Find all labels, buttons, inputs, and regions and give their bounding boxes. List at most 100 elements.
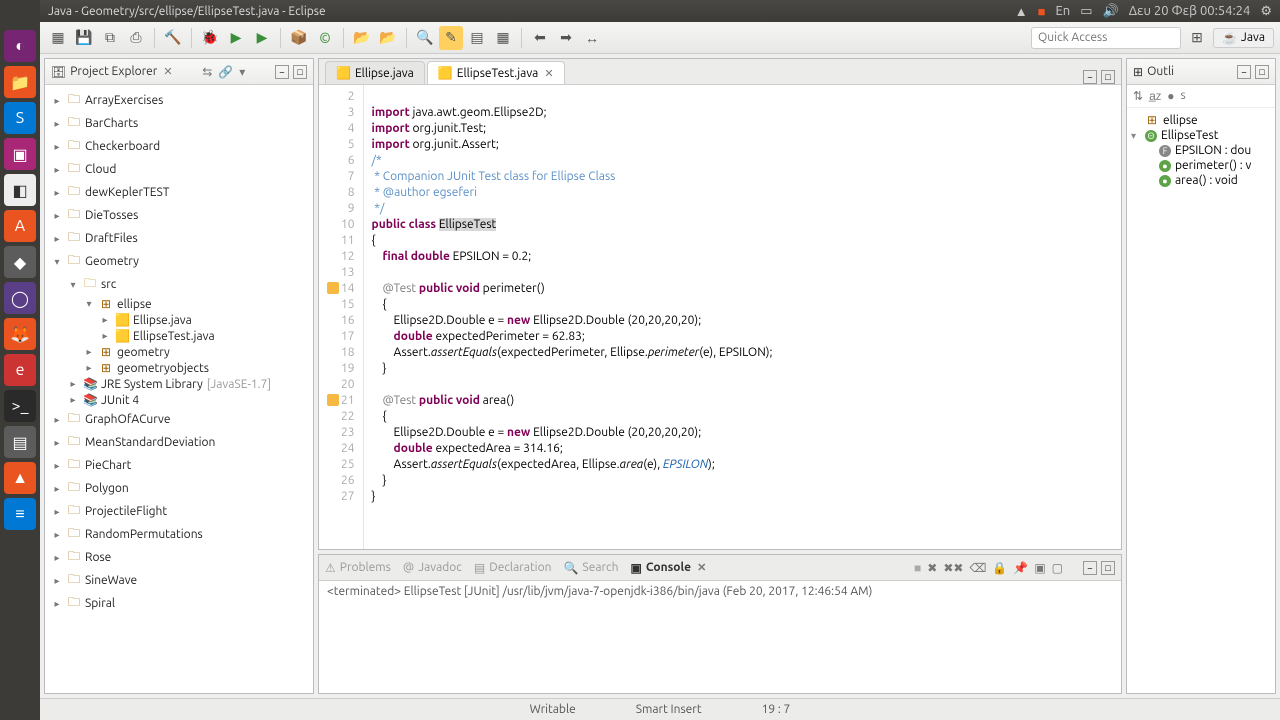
tray-lang-icon[interactable]: En — [1056, 4, 1071, 18]
tree-item[interactable]: ▸⊞geometry — [45, 344, 313, 360]
quick-access-input[interactable] — [1031, 27, 1181, 49]
launcher-terminal[interactable]: >_ — [4, 390, 36, 422]
launcher-calc[interactable]: ▤ — [4, 426, 36, 458]
forward-button[interactable]: ➡ — [554, 26, 578, 50]
tab-javadoc[interactable]: @ Javadoc — [403, 561, 462, 574]
newclass-button[interactable]: © — [313, 26, 337, 50]
openfolder-button[interactable]: 📂 — [350, 26, 374, 50]
tree-item[interactable]: ▸🗀ArrayExercises — [45, 89, 313, 112]
tree-item[interactable]: ▾🗀Geometry — [45, 250, 313, 273]
annotation-button[interactable]: ▤ — [465, 26, 489, 50]
launcher-app1[interactable]: ▣ — [4, 138, 36, 170]
task-button[interactable]: ▦ — [491, 26, 515, 50]
newpkg-button[interactable]: 📦 — [287, 26, 311, 50]
tree-item[interactable]: ▸🗀BarCharts — [45, 112, 313, 135]
launcher-firefox[interactable]: 🦊 — [4, 318, 36, 350]
tree-item[interactable]: ▸🗀Cloud — [45, 158, 313, 181]
display-icon[interactable]: ▣ — [1034, 561, 1045, 575]
tree-item[interactable]: ▸🗀Rose — [45, 546, 313, 569]
link-icon[interactable]: 🔗 — [218, 65, 233, 79]
maximize-icon[interactable]: □ — [293, 65, 307, 79]
maximize-icon[interactable]: □ — [1101, 561, 1115, 575]
tray-gear-icon[interactable]: ⚙ — [1260, 4, 1272, 19]
scroll-lock-icon[interactable]: 🔒 — [992, 561, 1007, 575]
tree-item[interactable]: ▸🗀Spiral — [45, 592, 313, 615]
outline-item[interactable]: ●area() : void — [1129, 173, 1273, 188]
tray-box-icon[interactable]: ■ — [1038, 4, 1046, 19]
maximize-icon[interactable]: □ — [1101, 70, 1115, 84]
tree-item[interactable]: ▸🟨Ellipse.java — [45, 312, 313, 328]
tree-item[interactable]: ▸📚JUnit 4 — [45, 392, 313, 408]
clear-icon[interactable]: ⌫ — [969, 561, 986, 575]
launcher-vlc[interactable]: ▲ — [4, 462, 36, 494]
tree-item[interactable]: ▸🟨EllipseTest.java — [45, 328, 313, 344]
sort-icon[interactable]: ⇅ — [1133, 89, 1143, 103]
remove-icon[interactable]: ✖ — [927, 561, 937, 575]
runext-button[interactable]: ▶ — [250, 26, 274, 50]
tree-item[interactable]: ▾🗀src — [45, 273, 313, 296]
print-button[interactable]: ⎙ — [124, 26, 148, 50]
tab-ellipse[interactable]: 🟨 Ellipse.java — [325, 61, 425, 84]
saveall-button[interactable]: ⧉ — [98, 26, 122, 50]
pin-icon[interactable]: 📌 — [1013, 561, 1028, 575]
launcher-app4[interactable]: ◆ — [4, 246, 36, 278]
close-icon[interactable]: ✕ — [163, 65, 172, 78]
tree-item[interactable]: ▸⊞geometryobjects — [45, 360, 313, 376]
minimize-icon[interactable]: – — [1083, 561, 1097, 575]
tree-item[interactable]: ▸🗀DieTosses — [45, 204, 313, 227]
tree-item[interactable]: ▸🗀DraftFiles — [45, 227, 313, 250]
tray-clock[interactable]: Δευ 20 Φεβ 00:54:24 — [1129, 4, 1251, 18]
tab-declaration[interactable]: ▤ Declaration — [474, 561, 552, 575]
launcher-skype[interactable]: S — [4, 102, 36, 134]
tab-ellipsetest[interactable]: 🟨 EllipseTest.java ✕ — [427, 61, 565, 84]
tree-item[interactable]: ▸🗀GraphOfACurve — [45, 408, 313, 431]
new-button[interactable]: ▦ — [46, 26, 70, 50]
tray-battery-icon[interactable]: ▭ — [1080, 4, 1092, 19]
tray-sound-icon[interactable]: 🔊 — [1103, 4, 1119, 19]
outline-item[interactable]: ⊞ellipse — [1129, 112, 1273, 128]
tree-item[interactable]: ▸🗀Checkerboard — [45, 135, 313, 158]
tree-item[interactable]: ▾⊞ellipse — [45, 296, 313, 312]
perspective-open-icon[interactable]: ⊞ — [1185, 26, 1209, 50]
outline-item[interactable]: ●perimeter() : v — [1129, 158, 1273, 173]
minimize-icon[interactable]: – — [1237, 65, 1251, 79]
minimize-icon[interactable]: – — [1083, 70, 1097, 84]
close-icon[interactable]: ✕ — [697, 561, 706, 574]
launcher-eclipse[interactable]: ◯ — [4, 282, 36, 314]
filter-icon[interactable]: a̲z — [1149, 89, 1161, 103]
search-button[interactable]: 🔍 — [413, 26, 437, 50]
tray-vlc-icon[interactable]: ▲ — [1015, 4, 1028, 19]
tab-search[interactable]: 🔍 Search — [563, 561, 618, 575]
tree-item[interactable]: ▸🗀dewKeplerTEST — [45, 181, 313, 204]
tree-item[interactable]: ▸🗀MeanStandardDeviation — [45, 431, 313, 454]
launcher-app2[interactable]: ◧ — [4, 174, 36, 206]
run-button[interactable]: ▶ — [224, 26, 248, 50]
back-button[interactable]: ⬅ — [528, 26, 552, 50]
launcher-app6[interactable]: ≡ — [4, 498, 36, 530]
tree-item[interactable]: ▸🗀RandomPermutations — [45, 523, 313, 546]
tab-console[interactable]: ▣ Console ✕ — [630, 561, 706, 575]
tree-item[interactable]: ▸📚JRE System Library [JavaSE-1.7] — [45, 376, 313, 392]
removeall-icon[interactable]: ✖✖ — [943, 561, 963, 575]
hide-static-icon[interactable]: s — [1181, 89, 1186, 103]
tree-item[interactable]: ▸🗀PieChart — [45, 454, 313, 477]
collapse-icon[interactable]: ⇆ — [202, 65, 212, 79]
perspective-java[interactable]: ☕ Java — [1213, 28, 1274, 48]
launcher-app5[interactable]: e — [4, 354, 36, 386]
tree-item[interactable]: ▸🗀Polygon — [45, 477, 313, 500]
maximize-icon[interactable]: □ — [1255, 65, 1269, 79]
launcher-files[interactable]: 📁 — [4, 66, 36, 98]
tab-problems[interactable]: ⚠ Problems — [325, 561, 391, 575]
console-output[interactable]: <terminated> EllipseTest [JUnit] /usr/li… — [319, 581, 1121, 693]
hide-fields-icon[interactable]: ● — [1167, 89, 1174, 103]
stop-icon[interactable]: ■ — [914, 561, 921, 575]
opentype-button[interactable]: 📂 — [376, 26, 400, 50]
tree-item[interactable]: ▸🗀ProjectileFlight — [45, 500, 313, 523]
nav-button[interactable]: ↔ — [580, 26, 604, 50]
launcher-dash[interactable]: ◐ — [4, 30, 36, 62]
outline-item[interactable]: FEPSILON : dou — [1129, 143, 1273, 158]
launcher-app3[interactable]: A — [4, 210, 36, 242]
open-console-icon[interactable]: ▢ — [1052, 561, 1063, 575]
tree-item[interactable]: ▸🗀SineWave — [45, 569, 313, 592]
debug-button[interactable]: 🐞 — [198, 26, 222, 50]
